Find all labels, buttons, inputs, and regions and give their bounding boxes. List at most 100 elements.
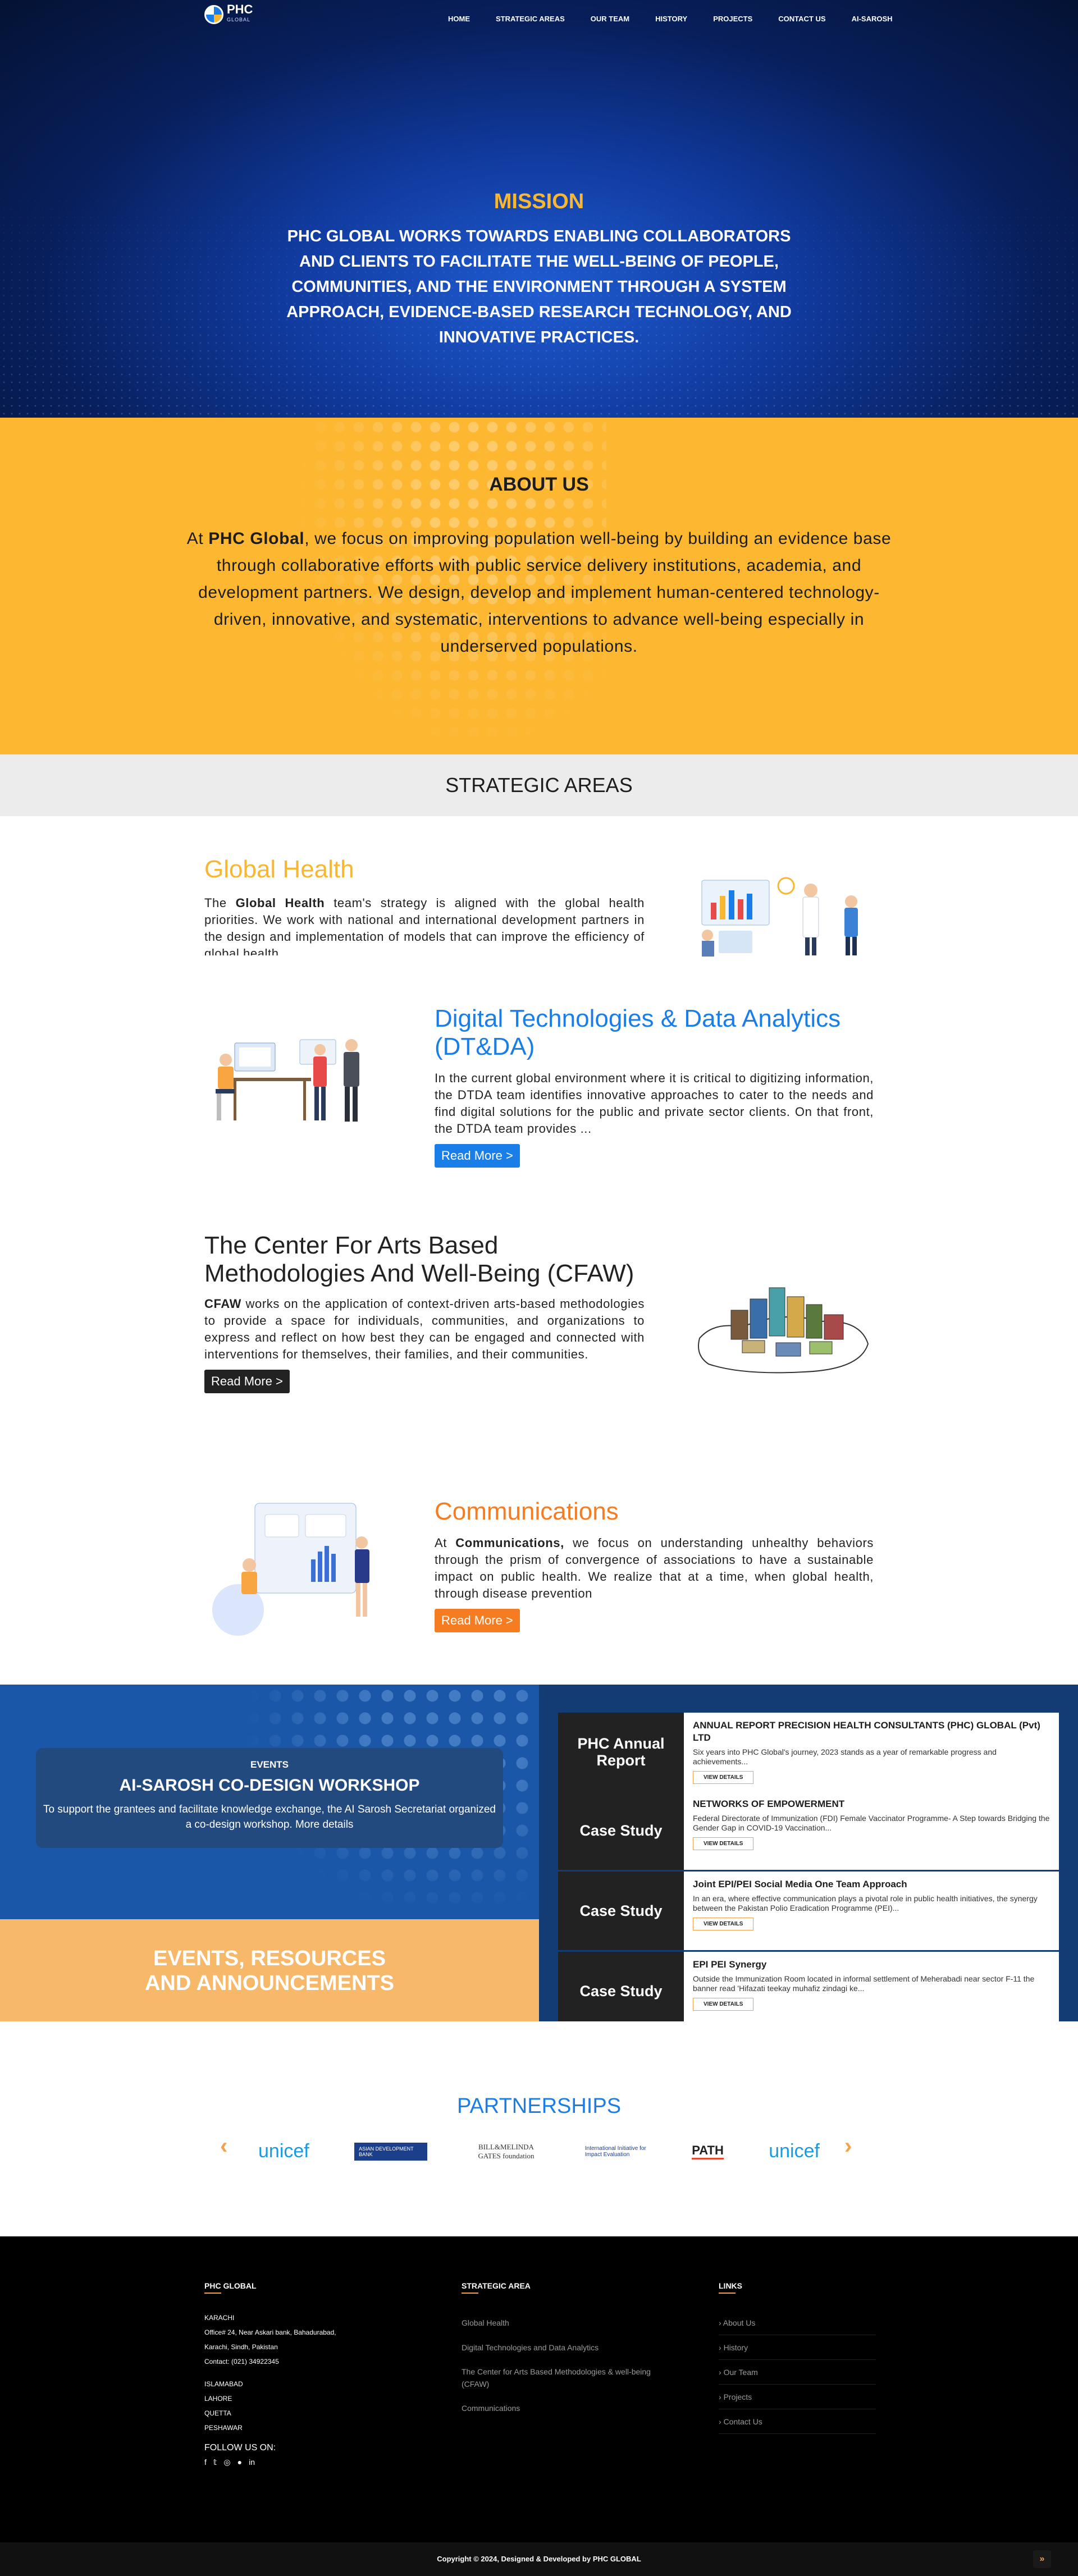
mission-text: PHC GLOBAL WORKS TOWARDS ENABLING COLLAB… (286, 227, 792, 346)
footer-link-history[interactable]: › History (719, 2335, 876, 2360)
footer-address-line: Office# 24, Near Askari bank, Bahaduraba… (204, 2328, 336, 2336)
nav-our-team[interactable]: OUR TEAM (591, 15, 629, 23)
globe-logo-icon (204, 5, 223, 24)
footer-city: ISLAMABAD (204, 2380, 243, 2388)
resource-type-label: PHC Annual Report (558, 1713, 684, 1791)
footer-col-strategic: STRATEGIC AREA Global Health Digital Tec… (462, 2281, 675, 2421)
footer-city: LAHORE (204, 2395, 232, 2403)
partnerships-section: PARTNERSHIPS ‹ unicef ASIAN DEVELOPMENT … (0, 2021, 1078, 2236)
communications-illustration (212, 1503, 369, 1636)
footer-link-team[interactable]: › Our Team (719, 2360, 876, 2385)
chevron-right-icon: › (719, 2368, 724, 2377)
resource-type-label: Case Study (558, 1872, 684, 1950)
resource-description: Six years into PHC Global's journey, 202… (693, 1747, 997, 1766)
cfaw-city-illustration (698, 1287, 869, 1374)
scroll-to-top-icon[interactable]: » (1033, 2550, 1051, 2568)
global-health-text: The Global Health team's strategy is ali… (204, 896, 645, 955)
footer-link-communications[interactable]: Communications (462, 2396, 675, 2421)
footer-city: KARACHI (204, 2314, 235, 2322)
nav-home[interactable]: HOME (448, 15, 470, 23)
nav-history[interactable]: HISTORY (655, 15, 687, 23)
partnerships-title: PARTNERSHIPS (456, 2094, 622, 2118)
footer-address-line: Karachi, Sindh, Pakistan (204, 2343, 278, 2351)
resources-list: PHC Annual Report ANNUAL REPORT PRECISIO… (539, 1685, 1078, 2030)
resource-description: Federal Directorate of Immunization (FDI… (693, 1814, 1050, 1832)
chevron-right-icon: › (719, 2343, 724, 2352)
resource-description: Outside the Immunization Room located in… (693, 1974, 1035, 1993)
footer-links-heading: LINKS (719, 2281, 742, 2290)
nav-contact-us[interactable]: CONTACT US (778, 15, 825, 23)
footer-contact: Contact: (021) 34922345 (204, 2358, 279, 2365)
instagram-icon[interactable]: ◎ (223, 2458, 230, 2467)
resource-title: Joint EPI/PEI Social Media One Team Appr… (693, 1879, 907, 1889)
facebook-icon[interactable]: f (204, 2458, 207, 2467)
global-health-title: Global Health (204, 855, 354, 883)
footer-link-global-health[interactable]: Global Health (462, 2310, 675, 2335)
chevron-right-icon: › (719, 2392, 724, 2401)
copyright-bar: Copyright © 2024, Designed & Developed b… (0, 2542, 1078, 2576)
events-featured-panel: EVENTS AI-SAROSH CO-DESIGN WORKSHOP To s… (0, 1685, 539, 2021)
communications-title: Communications (435, 1498, 619, 1525)
footer-strategic-heading: STRATEGIC AREA (462, 2281, 531, 2290)
footer-city: PESHAWAR (204, 2424, 243, 2432)
dtda-title: Digital Technologies & Data Analytics (D… (435, 1005, 841, 1060)
strategic-item-global-health: Global Health The Global Health team's s… (204, 855, 874, 957)
footer-link-cfaw[interactable]: The Center for Arts Based Methodologies … (462, 2360, 675, 2396)
copyright-text: Copyright © 2024, Designed & Developed b… (437, 2555, 641, 2563)
communications-read-more-button[interactable]: Read More > (435, 1609, 520, 1632)
social-links: f 𝕥 ◎ ● in (204, 2458, 336, 2467)
cfaw-read-more-button[interactable]: Read More > (204, 1370, 290, 1393)
footer-company-heading: PHC GLOBAL (204, 2281, 257, 2290)
chevron-right-icon[interactable]: › (844, 2134, 852, 2159)
featured-event-card[interactable]: EVENTS AI-SAROSH CO-DESIGN WORKSHOP To s… (36, 1748, 503, 1848)
view-details-button[interactable]: VIEW DETAILS (693, 1998, 754, 2011)
event-description: To support the grantees and facilitate k… (43, 1804, 496, 1831)
strategic-areas-list: Global Health The Global Health team's s… (0, 816, 1078, 1685)
site-logo[interactable]: PHC GLOBAL (204, 3, 253, 25)
event-title: AI-SAROSH CO-DESIGN WORKSHOP (119, 1776, 420, 1795)
partner-logo-carousel: unicef ASIAN DEVELOPMENT BANK BILL&MELIN… (258, 2140, 820, 2162)
footer-link-contact[interactable]: › Contact Us (719, 2409, 876, 2434)
nav-projects[interactable]: PROJECTS (713, 15, 752, 23)
dtda-read-more-button[interactable]: Read More > (435, 1144, 520, 1168)
nav-ai-sarosh[interactable]: AI-SAROSH (852, 15, 893, 23)
partner-logo-path: PATH (692, 2143, 724, 2159)
twitter-icon[interactable]: 𝕥 (213, 2458, 217, 2467)
footer-link-about[interactable]: › About Us (719, 2310, 876, 2335)
footer-link-dtda[interactable]: Digital Technologies and Data Analytics (462, 2335, 675, 2360)
footer-link-projects[interactable]: › Projects (719, 2385, 876, 2409)
partner-logo-unicef: unicef (258, 2140, 309, 2162)
footer-col-company: PHC GLOBAL KARACHI Office# 24, Near Aska… (204, 2281, 336, 2467)
chevron-right-icon: › (719, 2417, 724, 2426)
event-tag: EVENTS (250, 1759, 289, 1770)
resource-type-label: Case Study (558, 1952, 684, 2030)
mission-block: MISSION PHC GLOBAL WORKS TOWARDS ENABLIN… (0, 190, 1078, 350)
view-details-button[interactable]: VIEW DETAILS (693, 1837, 754, 1850)
footer-follow-label: FOLLOW US ON: (204, 2443, 276, 2453)
resource-description: In an era, where effective communication… (693, 1894, 1038, 1912)
hero-section: PHC GLOBAL HOME STRATEGIC AREAS OUR TEAM… (0, 0, 1078, 418)
partner-logo-gates: BILL&MELINDA GATES foundation (478, 2142, 535, 2160)
view-details-button[interactable]: VIEW DETAILS (693, 1918, 754, 1930)
about-title: ABOUT US (489, 474, 589, 495)
site-footer: PHC GLOBAL KARACHI Office# 24, Near Aska… (0, 2236, 1078, 2542)
nav-strategic-areas[interactable]: STRATEGIC AREAS (496, 15, 565, 23)
linkedin-icon[interactable]: in (249, 2458, 255, 2467)
resource-item: PHC Annual Report ANNUAL REPORT PRECISIO… (558, 1713, 1059, 1791)
events-section: EVENTS AI-SAROSH CO-DESIGN WORKSHOP To s… (0, 1685, 1078, 2030)
partner-logo-3ie: International Initiative for Impact Eval… (584, 2145, 646, 2158)
communications-text: At Communications, we focus on understan… (435, 1536, 874, 1600)
resource-item: Case Study Joint EPI/PEI Social Media On… (558, 1872, 1059, 1950)
main-menu: HOME STRATEGIC AREAS OUR TEAM HISTORY PR… (448, 15, 919, 23)
chevron-left-icon[interactable]: ‹ (220, 2134, 227, 2159)
resource-title: NETWORKS OF EMPOWERMENT (693, 1799, 845, 1809)
resource-item: Case Study NETWORKS OF EMPOWERMENT Feder… (558, 1791, 1059, 1870)
github-icon[interactable]: ● (237, 2458, 242, 2467)
view-details-button[interactable]: VIEW DETAILS (693, 1771, 754, 1784)
footer-city: QUETTA (204, 2409, 231, 2417)
strategic-item-cfaw: The Center For Arts Based Methodologies … (204, 1232, 874, 1393)
footer-col-links: LINKS › About Us › History › Our Team › … (719, 2281, 876, 2434)
top-nav: PHC GLOBAL HOME STRATEGIC AREAS OUR TEAM… (0, 0, 1078, 39)
dtda-illustration (216, 1039, 359, 1122)
resource-type-label: Case Study (558, 1791, 684, 1870)
